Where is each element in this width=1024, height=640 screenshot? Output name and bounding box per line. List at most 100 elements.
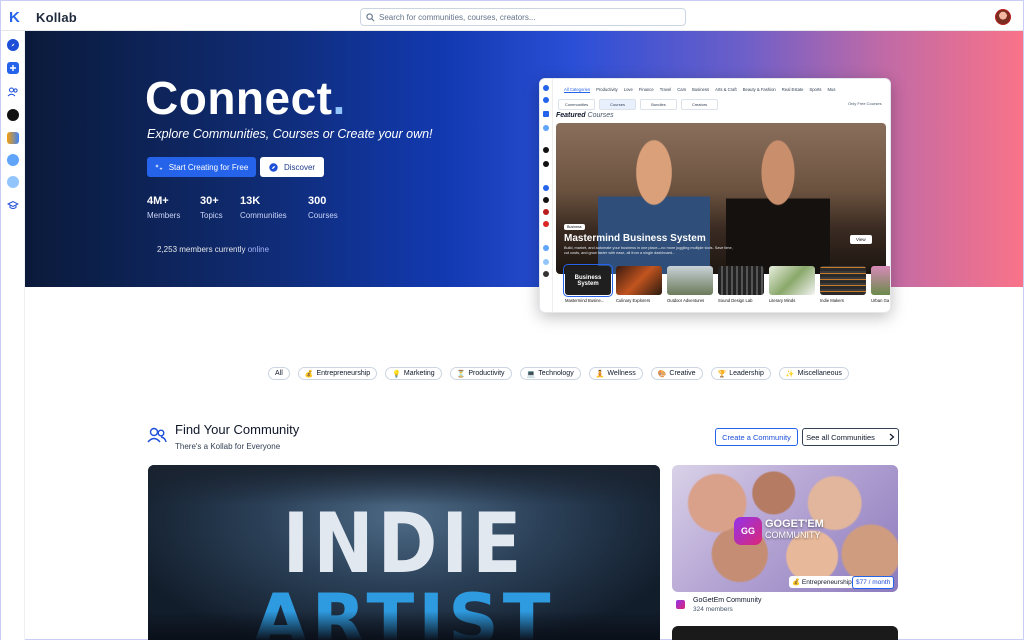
search-icon (366, 12, 375, 21)
online-members: 2,253 members currently online (157, 245, 270, 254)
kollab-logo[interactable]: K (9, 9, 20, 26)
app-preview: All Categories Productivity Love Finance… (539, 78, 891, 313)
chip-productivity[interactable]: ⏳ Productivity (449, 367, 512, 380)
preview-rail (540, 79, 553, 312)
users-icon[interactable] (7, 86, 19, 98)
preview-rail-dot (543, 125, 549, 131)
preview-view-button[interactable]: View (850, 235, 872, 244)
search-bar[interactable] (360, 8, 686, 26)
preview-thumb-image (769, 266, 815, 295)
compass-icon[interactable] (7, 39, 19, 51)
user-avatar[interactable] (995, 9, 1011, 25)
price-badge: $77 / month (852, 576, 895, 589)
preview-rail-dot (543, 259, 549, 265)
preview-tab-courses[interactable]: Courses (599, 99, 636, 110)
community-icon-2[interactable] (7, 132, 19, 144)
preview-thumb[interactable]: Sound Design Lab (718, 266, 764, 303)
compass-icon (269, 162, 278, 172)
preview-thumb-label: Indie Makers (820, 298, 844, 303)
trophy-icon: 🏆 (717, 370, 727, 378)
community-card-gogetem[interactable]: GG GOGET'EM COMMUNITY 💰 Entrepreneurship … (672, 465, 898, 592)
preview-tab-communities[interactable]: Communities (558, 99, 595, 110)
chip-miscellaneous[interactable]: ✨ Miscellaneous (778, 367, 849, 380)
preview-thumbnails: Business System Mastermind Busine... Cul… (563, 264, 890, 303)
preview-category[interactable]: Business (692, 87, 709, 92)
preview-thumb[interactable]: Outdoor Adventures (667, 266, 713, 303)
preview-thumb-label: Literary Minds (769, 298, 796, 303)
preview-category[interactable]: All Categories (564, 87, 590, 92)
brand-name: Kollab (36, 10, 77, 25)
community-name[interactable]: GoGetEm Community (693, 597, 761, 604)
preview-rail-dot (543, 185, 549, 191)
preview-category[interactable]: Mus (828, 87, 836, 92)
community-icon-1[interactable] (7, 109, 19, 121)
preview-tab-creators[interactable]: Creators (681, 99, 718, 110)
chip-leadership[interactable]: 🏆 Leadership (710, 367, 771, 380)
community-card-indie-artist[interactable]: INDIE ARTIST (148, 465, 660, 640)
preview-category[interactable]: Beauty & Fashion (743, 87, 776, 92)
community-icon-3[interactable] (7, 154, 19, 166)
preview-thumb[interactable]: Literary Minds (769, 266, 815, 303)
community-card-next[interactable] (672, 626, 898, 640)
preview-course-title: Mastermind Business System (564, 233, 706, 244)
preview-thumb-label: Sound Design Lab (718, 298, 753, 303)
sparkle-icon (154, 164, 163, 171)
create-community-button[interactable]: Create a Community (715, 428, 798, 446)
start-creating-button[interactable]: Start Creating for Free (147, 157, 256, 177)
see-all-communities-button[interactable]: See all Communities (802, 428, 899, 446)
chip-technology[interactable]: 💻 Technology (519, 367, 581, 380)
preview-rail-dot (543, 271, 549, 277)
preview-category[interactable]: Finance (639, 87, 654, 92)
preview-category[interactable]: Love (624, 87, 633, 92)
preview-thumb-label: Culinary Explorers (616, 298, 651, 303)
gogetem-logo-icon: GG (734, 517, 762, 545)
gogetem-logo-text: GOGET'EM COMMUNITY (765, 518, 824, 541)
preview-category[interactable]: Productivity (596, 87, 618, 92)
preview-category[interactable]: Sports (809, 87, 821, 92)
stat-topics: 30+ Topics (200, 195, 223, 220)
preview-thumb[interactable]: Urban Ga (871, 266, 890, 303)
preview-thumb[interactable]: Business System Mastermind Busine... (563, 264, 613, 303)
lightbulb-icon: 💡 (392, 370, 401, 378)
community-icon-4[interactable] (7, 176, 19, 188)
preview-featured-heading: Featured Courses (556, 112, 614, 119)
preview-category[interactable]: Travel (660, 87, 671, 92)
plus-icon[interactable] (7, 62, 19, 74)
preview-thumb[interactable]: Indie Makers (820, 266, 866, 303)
chip-marketing[interactable]: 💡 Marketing (385, 367, 442, 380)
search-input[interactable] (379, 12, 679, 22)
category-chips: All 💰 Entrepreneurship 💡 Marketing ⏳ Produc… (268, 367, 849, 380)
preview-rail-dot (543, 85, 549, 91)
chip-all[interactable]: All (268, 367, 290, 380)
preview-category[interactable]: Arts & Craft (715, 87, 737, 92)
preview-person-image (726, 137, 830, 274)
preview-rail-dot (543, 147, 549, 153)
category-badge: 💰 Entrepreneurship (789, 576, 855, 588)
preview-thumb-image (871, 266, 890, 295)
preview-category[interactable]: Real Estate (782, 87, 804, 92)
crowd-image (148, 611, 660, 640)
chip-wellness[interactable]: 🧘 Wellness (588, 367, 643, 380)
preview-rail-dot (543, 161, 549, 167)
preview-category[interactable]: Cars (677, 87, 686, 92)
users-icon (147, 427, 167, 443)
preview-rail-dot (543, 209, 549, 215)
discover-button[interactable]: Discover (260, 157, 324, 177)
preview-course-desc: Build, market, and automate your busines… (564, 246, 733, 255)
top-bar: K Kollab (1, 1, 1023, 31)
preview-thumb[interactable]: Culinary Explorers (616, 266, 662, 303)
preview-thumb-image (718, 266, 764, 295)
preview-tab-bundles[interactable]: Bundles (640, 99, 677, 110)
chip-entrepreneurship[interactable]: 💰 Entrepreneurship (297, 367, 378, 380)
preview-thumb-image (667, 266, 713, 295)
preview-rail-dot (543, 245, 549, 251)
preview-rail-dot (543, 111, 549, 117)
left-rail (1, 31, 25, 640)
preview-free-toggle[interactable]: Only Free Courses (848, 101, 882, 106)
chip-creative[interactable]: 🎨 Creative (650, 367, 703, 380)
preview-badge: Business (564, 224, 585, 230)
graduation-cap-icon[interactable] (7, 199, 19, 211)
palette-icon: 🎨 (657, 370, 667, 378)
sparkles-icon: ✨ (785, 370, 795, 378)
preview-featured-course[interactable]: Business Mastermind Business System Buil… (556, 123, 886, 274)
